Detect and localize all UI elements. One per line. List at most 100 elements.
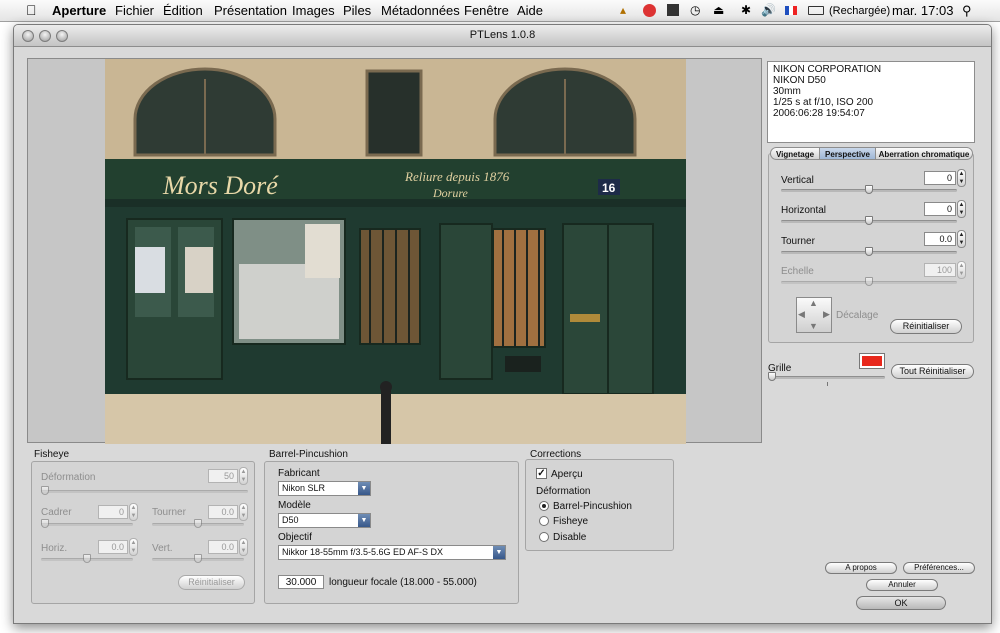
battery-icon[interactable] [808, 6, 824, 15]
focal-length-label: longueur focale (18.000 - 55.000) [329, 577, 477, 588]
grid-color-swatch [862, 356, 882, 366]
grid-color-well[interactable] [859, 353, 885, 369]
clock[interactable]: mar. 17:03 [892, 3, 953, 18]
radio-fisheye-label: Fisheye [553, 516, 589, 527]
model-label: Modèle [278, 500, 311, 511]
apple-menu-icon[interactable]:  [26, 2, 37, 18]
lens-select[interactable]: Nikkor 18-55mm f/3.5-5.6G ED AF-S DX ▼ [278, 545, 506, 560]
grid-slider-track[interactable] [768, 376, 885, 379]
offset-down-arrow-icon[interactable]: ▼ [809, 321, 818, 331]
menu-presentation[interactable]: Présentation [214, 3, 287, 18]
fisheye-rotate-slider-thumb[interactable] [194, 519, 202, 528]
spotlight-search-icon[interactable]: ⚲ [962, 3, 972, 19]
exif-line-model: NIKON D50 [773, 75, 826, 86]
radio-fisheye[interactable] [539, 516, 549, 526]
fisheye-horiz-input[interactable]: 0.0 [98, 540, 128, 554]
fisheye-deformation-label: Déformation [41, 472, 96, 483]
offset-right-arrow-icon[interactable]: ▶ [823, 309, 830, 320]
focal-length-input[interactable]: 30.000 [278, 575, 324, 589]
lens-select-arrow-icon: ▼ [493, 546, 505, 559]
scale-stepper[interactable]: ▲ ▼ [957, 261, 966, 279]
deformation-type-label: Déformation [536, 486, 591, 497]
menu-edition[interactable]: Édition [163, 3, 203, 18]
sign-line-2: Dorure [432, 186, 469, 200]
scale-label: Echelle [781, 266, 814, 277]
grid-slider-thumb[interactable] [768, 372, 776, 381]
horizontal-stepper[interactable]: ▲ ▼ [957, 200, 966, 218]
menu-metadonnees[interactable]: Métadonnées [381, 3, 460, 18]
window-titlebar[interactable]: PTLens 1.0.8 [14, 25, 991, 47]
fisheye-deformation-input[interactable]: 50 [208, 469, 238, 483]
fisheye-vert-input[interactable]: 0.0 [208, 540, 238, 554]
menu-aide[interactable]: Aide [517, 3, 543, 18]
offset-pad[interactable]: ▲ ▼ ◀ ▶ [796, 297, 832, 333]
eject-icon[interactable]: ⏏ [713, 3, 724, 17]
scale-input[interactable]: 100 [924, 263, 956, 277]
maker-label: Fabricant [278, 468, 320, 479]
grid-status-icon[interactable] [667, 4, 679, 16]
offset-up-arrow-icon[interactable]: ▲ [809, 298, 818, 308]
tab-aberration-chromatique[interactable]: Aberration chromatique [875, 147, 973, 160]
barrel-title: Barrel-Pincushion [269, 449, 348, 460]
model-select[interactable]: D50 ▼ [278, 513, 371, 528]
tab-vignetage[interactable]: Vignetage [770, 147, 820, 160]
bluetooth-icon[interactable]: ✱ [741, 3, 751, 17]
fisheye-rotate-stepper[interactable]: ▲ ▼ [239, 503, 248, 521]
horizontal-label: Horizontal [781, 205, 827, 216]
menu-fichier[interactable]: Fichier [115, 3, 154, 18]
perspective-reset-button[interactable]: Réinitialiser [890, 319, 962, 334]
rotate-stepper[interactable]: ▲ ▼ [957, 230, 966, 248]
app-status-icon[interactable]: ▴ [620, 3, 626, 17]
radio-barrel-pincushion[interactable] [539, 501, 549, 511]
sign-line-1: Reliure depuis 1876 [404, 169, 510, 184]
exif-line-maker: NIKON CORPORATION [773, 64, 882, 75]
horizontal-input[interactable]: 0 [924, 202, 956, 216]
volume-icon[interactable]: 🔊 [761, 3, 776, 17]
time-machine-icon[interactable]: ◷ [690, 3, 700, 17]
exif-line-exposure: 1/25 s at f/10, ISO 200 [773, 97, 874, 108]
fisheye-frame-slider-thumb[interactable] [41, 519, 49, 528]
fisheye-horiz-slider-thumb[interactable] [83, 554, 91, 563]
fisheye-deformation-slider-thumb[interactable] [41, 486, 49, 495]
fisheye-reset-button[interactable]: Réinitialiser [178, 575, 245, 590]
cancel-button[interactable]: Annuler [866, 579, 938, 591]
fisheye-rotate-input[interactable]: 0.0 [208, 505, 238, 519]
about-button[interactable]: A propos [825, 562, 897, 574]
exif-line-date: 2006:06:28 19:54:07 [773, 108, 865, 119]
rotate-slider-thumb[interactable] [865, 247, 873, 256]
scale-slider-thumb[interactable] [865, 277, 873, 286]
menu-piles[interactable]: Piles [343, 3, 371, 18]
menu-app-name[interactable]: Aperture [52, 3, 106, 18]
fisheye-deformation-slider-track[interactable] [41, 490, 248, 493]
fisheye-frame-slider-track[interactable] [41, 523, 133, 526]
fisheye-frame-input[interactable]: 0 [98, 505, 128, 519]
vertical-slider-thumb[interactable] [865, 185, 873, 194]
vertical-input[interactable]: 0 [924, 171, 956, 185]
offset-left-arrow-icon[interactable]: ◀ [798, 309, 805, 320]
photo-preview[interactable]: Mors Doré Reliure depuis 1876 Dorure 16 [105, 59, 686, 444]
fisheye-vert-stepper[interactable]: ▲ ▼ [239, 538, 248, 556]
ok-button[interactable]: OK [856, 596, 946, 610]
fisheye-vert-label: Vert. [152, 543, 173, 554]
battery-status[interactable]: (Rechargée) [829, 5, 890, 17]
notification-icon[interactable] [643, 4, 656, 17]
maker-select[interactable]: Nikon SLR ▼ [278, 481, 371, 496]
model-select-value: D50 [282, 515, 299, 525]
reset-all-button[interactable]: Tout Réinitialiser [891, 364, 974, 379]
fisheye-horiz-stepper[interactable]: ▲ ▼ [129, 538, 138, 556]
menu-images[interactable]: Images [292, 3, 335, 18]
preferences-button[interactable]: Préférences... [903, 562, 975, 574]
vertical-stepper[interactable]: ▲ ▼ [957, 169, 966, 187]
tab-perspective[interactable]: Perspective [819, 147, 876, 160]
preview-checkbox[interactable]: ✓ [536, 468, 547, 479]
rotate-label: Tourner [781, 236, 815, 247]
horizontal-slider-thumb[interactable] [865, 216, 873, 225]
radio-disable[interactable] [539, 532, 549, 542]
fisheye-vert-slider-thumb[interactable] [194, 554, 202, 563]
input-flag-icon[interactable] [785, 6, 797, 15]
menu-fenetre[interactable]: Fenêtre [464, 3, 509, 18]
fisheye-deformation-stepper[interactable]: ▲ ▼ [239, 467, 248, 485]
fisheye-frame-stepper[interactable]: ▲ ▼ [129, 503, 138, 521]
maker-select-value: Nikon SLR [282, 483, 326, 493]
rotate-input[interactable]: 0.0 [924, 232, 956, 246]
